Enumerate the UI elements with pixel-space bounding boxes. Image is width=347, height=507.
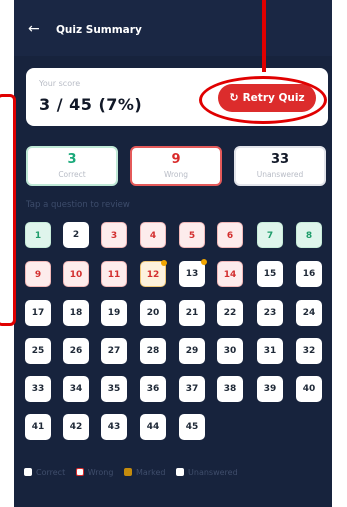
question-39-button[interactable]: 39 xyxy=(257,376,283,402)
question-3-button[interactable]: 3 xyxy=(101,222,127,248)
stat-wrong-value: 9 xyxy=(171,152,181,167)
question-28-button[interactable]: 28 xyxy=(140,338,166,364)
question-7-button[interactable]: 7 xyxy=(257,222,283,248)
stat-unanswered-value: 33 xyxy=(270,152,290,167)
stat-wrong: 9 Wrong xyxy=(130,146,222,186)
question-10-button[interactable]: 10 xyxy=(63,261,89,287)
question-1-button[interactable]: 1 xyxy=(25,222,51,248)
question-40-button[interactable]: 40 xyxy=(296,376,322,402)
question-16-button[interactable]: 16 xyxy=(296,261,322,287)
question-9-button[interactable]: 9 xyxy=(25,261,51,287)
legend-label: Unanswered xyxy=(188,468,238,477)
arrow-left-icon[interactable]: ← xyxy=(28,22,44,36)
question-42-button[interactable]: 42 xyxy=(63,414,89,440)
stat-correct-value: 3 xyxy=(67,152,77,167)
annotation-arrow-line xyxy=(262,0,266,72)
score-value: 3 / 45 (7%) xyxy=(39,95,143,114)
question-17-button[interactable]: 17 xyxy=(25,300,51,326)
question-29-button[interactable]: 29 xyxy=(179,338,205,364)
question-25-button[interactable]: 25 xyxy=(25,338,51,364)
annotation-circle xyxy=(199,76,327,124)
legend-unanswered: Unanswered xyxy=(176,468,238,477)
question-6-button[interactable]: 6 xyxy=(217,222,243,248)
question-26-button[interactable]: 26 xyxy=(63,338,89,364)
question-23-button[interactable]: 23 xyxy=(257,300,283,326)
legend-swatch-unanswered xyxy=(176,468,185,476)
question-11-button[interactable]: 11 xyxy=(101,261,127,287)
legend-marked: Marked xyxy=(124,468,165,477)
stat-correct-label: Correct xyxy=(58,170,86,179)
legend-label: Marked xyxy=(136,468,166,477)
legend-swatch-wrong xyxy=(75,468,84,476)
question-41-button[interactable]: 41 xyxy=(25,414,51,440)
question-38-button[interactable]: 38 xyxy=(217,376,243,402)
question-4-button[interactable]: 4 xyxy=(140,222,166,248)
marked-dot-icon xyxy=(201,259,207,265)
question-30-button[interactable]: 30 xyxy=(217,338,243,364)
stat-unanswered: 33 Unanswered xyxy=(234,146,326,186)
question-37-button[interactable]: 37 xyxy=(179,376,205,402)
legend-swatch-marked xyxy=(124,468,133,476)
question-27-button[interactable]: 27 xyxy=(101,338,127,364)
question-18-button[interactable]: 18 xyxy=(63,300,89,326)
question-14-button[interactable]: 14 xyxy=(217,261,243,287)
question-22-button[interactable]: 22 xyxy=(217,300,243,326)
legend-swatch-correct xyxy=(24,468,32,476)
question-32-button[interactable]: 32 xyxy=(296,338,322,364)
question-13-button[interactable]: 13 xyxy=(179,259,207,287)
marked-dot-icon xyxy=(161,260,167,266)
score-label: Your score xyxy=(39,79,81,88)
legend: Correct Wrong Marked Unanswered xyxy=(24,468,246,477)
question-34-button[interactable]: 34 xyxy=(63,376,89,402)
stat-unanswered-label: Unanswered xyxy=(256,170,304,179)
stat-correct: 3 Correct xyxy=(26,146,118,186)
question-35-button[interactable]: 35 xyxy=(101,376,127,402)
header-bar: ← Quiz Summary xyxy=(14,0,332,56)
annotation-bracket xyxy=(0,94,16,326)
question-2-button[interactable]: 2 xyxy=(63,222,89,248)
legend-label: Wrong xyxy=(87,468,114,477)
question-8-button[interactable]: 8 xyxy=(296,222,322,248)
question-33-button[interactable]: 33 xyxy=(25,376,51,402)
page-title: Quiz Summary xyxy=(56,24,142,36)
question-31-button[interactable]: 31 xyxy=(257,338,283,364)
question-15-button[interactable]: 15 xyxy=(257,261,283,287)
review-hint: Tap a question to review xyxy=(26,200,130,210)
question-19-button[interactable]: 19 xyxy=(101,300,127,326)
question-43-button[interactable]: 43 xyxy=(101,414,127,440)
question-45-button[interactable]: 45 xyxy=(179,414,205,440)
legend-wrong: Wrong xyxy=(75,468,114,477)
legend-correct: Correct xyxy=(24,468,65,477)
question-24-button[interactable]: 24 xyxy=(296,300,322,326)
question-5-button[interactable]: 5 xyxy=(179,222,205,248)
question-44-button[interactable]: 44 xyxy=(140,414,166,440)
question-21-button[interactable]: 21 xyxy=(179,300,205,326)
question-36-button[interactable]: 36 xyxy=(140,376,166,402)
question-20-button[interactable]: 20 xyxy=(140,300,166,326)
question-12-button[interactable]: 12 xyxy=(140,260,167,287)
legend-label: Correct xyxy=(36,468,66,477)
quiz-summary-screen: ← Quiz Summary Your score 3 / 45 (7%) ↻ R… xyxy=(14,0,332,507)
stat-wrong-label: Wrong xyxy=(163,170,189,179)
